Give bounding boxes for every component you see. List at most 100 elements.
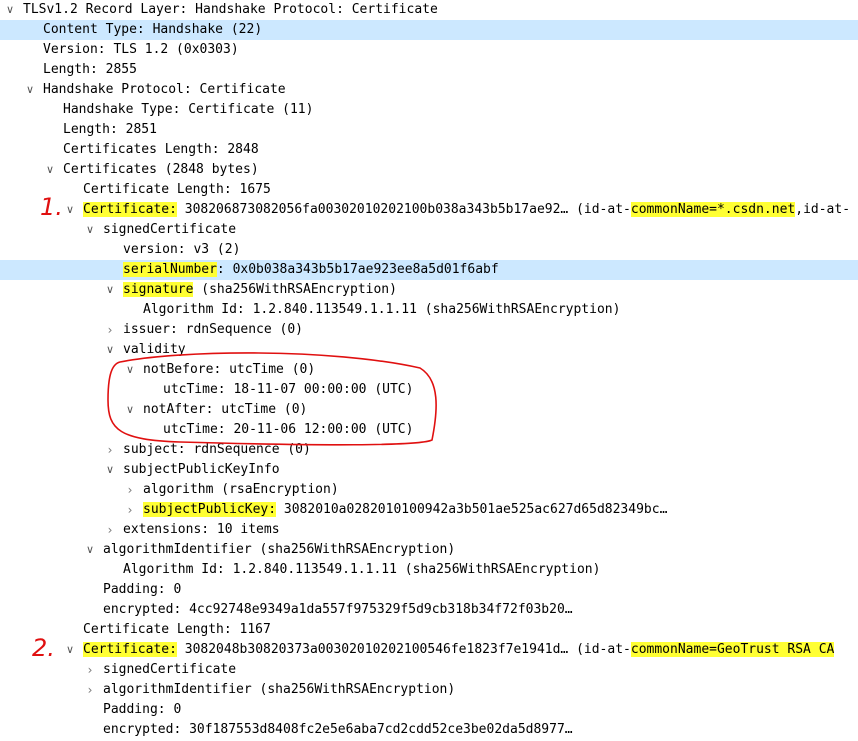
row-label: subjectPublicKeyInfo xyxy=(123,462,280,477)
tree-row-not-before-time[interactable]: utcTime: 18-11-07 00:00:00 (UTC) xyxy=(0,380,858,400)
highlighted-label: subjectPublicKey: xyxy=(143,502,277,517)
tree-row-certificate-2[interactable]: ∨ Certificate: 3082048b30820373a00302010… xyxy=(0,640,858,660)
tree-row-signed-certificate-2[interactable]: › signedCertificate xyxy=(0,660,858,680)
tree-row-certificate-length-2[interactable]: Certificate Length: 1167 xyxy=(0,620,858,640)
highlighted-label: signature xyxy=(123,282,194,297)
row-label: Certificate Length: 1167 xyxy=(83,622,271,637)
chevron-right-icon[interactable]: › xyxy=(124,500,136,520)
tree-row-tls-record[interactable]: ∨ TLSv1.2 Record Layer: Handshake Protoc… xyxy=(0,0,858,20)
tree-row-extensions[interactable]: › extensions: 10 items xyxy=(0,520,858,540)
row-label: algorithmIdentifier (sha256WithRSAEncryp… xyxy=(103,542,456,557)
row-label: Version: TLS 1.2 (0x0303) xyxy=(43,42,239,57)
row-label: Padding: 0 xyxy=(103,582,182,597)
chevron-down-icon[interactable]: ∨ xyxy=(64,200,76,220)
chevron-down-icon[interactable]: ∨ xyxy=(104,340,116,360)
row-label: algorithmIdentifier (sha256WithRSAEncryp… xyxy=(103,682,456,697)
chevron-down-icon[interactable]: ∨ xyxy=(44,160,56,180)
row-label: Length: 2855 xyxy=(43,62,137,77)
tree-row-algorithm-id-2[interactable]: Algorithm Id: 1.2.840.113549.1.1.11 (sha… xyxy=(0,560,858,580)
row-label: encrypted: 4cc92748e9349a1da557f975329f5… xyxy=(103,602,573,617)
row-label: extensions: 10 items xyxy=(123,522,280,537)
row-label: Content Type: Handshake (22) xyxy=(43,22,263,37)
highlighted-common-name: commonName=GeoTrust RSA CA xyxy=(630,642,835,657)
chevron-down-icon[interactable]: ∨ xyxy=(124,400,136,420)
tree-row-subject-public-key-info[interactable]: ∨ subjectPublicKeyInfo xyxy=(0,460,858,480)
tree-row-algorithm-rsa[interactable]: › algorithm (rsaEncryption) xyxy=(0,480,858,500)
tree-row-signed-certificate[interactable]: ∨ signedCertificate xyxy=(0,220,858,240)
tree-row-encrypted[interactable]: encrypted: 4cc92748e9349a1da557f975329f5… xyxy=(0,600,858,620)
tree-row-certificates-length[interactable]: Certificates Length: 2848 xyxy=(0,140,858,160)
row-label: TLSv1.2 Record Layer: Handshake Protocol… xyxy=(23,2,438,17)
row-value: 3082010a0282010100942a3b501ae525ac627d65… xyxy=(276,502,668,517)
tree-row-handshake-type[interactable]: Handshake Type: Certificate (11) xyxy=(0,100,858,120)
row-value-tail: ,id-at- xyxy=(795,202,851,217)
tree-row-subject-public-key[interactable]: › subjectPublicKey: 3082010a028201010094… xyxy=(0,500,858,520)
row-label: Algorithm Id: 1.2.840.113549.1.1.11 (sha… xyxy=(143,302,621,317)
row-label: utcTime: 20-11-06 12:00:00 (UTC) xyxy=(163,422,414,437)
tree-row-signature[interactable]: ∨ signature (sha256WithRSAEncryption) xyxy=(0,280,858,300)
tree-row-not-after[interactable]: ∨ notAfter: utcTime (0) xyxy=(0,400,858,420)
tree-row-content-type[interactable]: Content Type: Handshake (22) xyxy=(0,20,858,40)
row-label: signature (sha256WithRSAEncryption) xyxy=(123,280,397,300)
highlighted-label: Certificate: xyxy=(83,202,177,217)
tree-row-serial-number[interactable]: serialNumber: 0x0b038a343b5b17ae923ee8a5… xyxy=(0,260,858,280)
chevron-right-icon[interactable]: › xyxy=(124,480,136,500)
tree-row-encrypted-2[interactable]: encrypted: 30f187553d8408fc2e5e6aba7cd2c… xyxy=(0,720,858,740)
row-label: utcTime: 18-11-07 00:00:00 (UTC) xyxy=(163,382,414,397)
row-label: Certificate: 3082048b30820373a0030201020… xyxy=(83,640,835,660)
row-label: encrypted: 30f187553d8408fc2e5e6aba7cd2c… xyxy=(103,722,573,737)
annotation-number-two: 2. xyxy=(32,634,55,662)
chevron-down-icon[interactable]: ∨ xyxy=(4,0,16,20)
tree-row-version[interactable]: Version: TLS 1.2 (0x0303) xyxy=(0,40,858,60)
chevron-down-icon[interactable]: ∨ xyxy=(24,80,36,100)
tree-row-validity[interactable]: ∨ validity xyxy=(0,340,858,360)
row-label: Certificates (2848 bytes) xyxy=(63,162,259,177)
chevron-down-icon[interactable]: ∨ xyxy=(104,280,116,300)
packet-details-tree: ∨ TLSv1.2 Record Layer: Handshake Protoc… xyxy=(0,0,858,740)
row-label: signedCertificate xyxy=(103,222,237,237)
row-label: algorithm (rsaEncryption) xyxy=(143,482,339,497)
tree-row-length[interactable]: Length: 2855 xyxy=(0,60,858,80)
row-label: Certificate: 308206873082056fa0030201020… xyxy=(83,200,850,220)
chevron-down-icon[interactable]: ∨ xyxy=(84,220,96,240)
tree-row-padding[interactable]: Padding: 0 xyxy=(0,580,858,600)
row-label: signedCertificate xyxy=(103,662,237,677)
chevron-down-icon[interactable]: ∨ xyxy=(124,360,136,380)
row-label: Certificates Length: 2848 xyxy=(63,142,259,157)
tree-row-algorithm-identifier-2[interactable]: › algorithmIdentifier (sha256WithRSAEncr… xyxy=(0,680,858,700)
chevron-right-icon[interactable]: › xyxy=(104,520,116,540)
tree-row-algorithm-id[interactable]: Algorithm Id: 1.2.840.113549.1.1.11 (sha… xyxy=(0,300,858,320)
tree-row-certificate-length-1[interactable]: Certificate Length: 1675 xyxy=(0,180,858,200)
row-value: 3082048b30820373a00302010202100546fe1823… xyxy=(176,642,631,657)
tree-row-padding-2[interactable]: Padding: 0 xyxy=(0,700,858,720)
highlighted-label: Certificate: xyxy=(83,642,177,657)
chevron-down-icon[interactable]: ∨ xyxy=(104,460,116,480)
row-label: serialNumber: 0x0b038a343b5b17ae923ee8a5… xyxy=(123,260,499,280)
row-label: Length: 2851 xyxy=(63,122,157,137)
chevron-right-icon[interactable]: › xyxy=(84,660,96,680)
row-label: Padding: 0 xyxy=(103,702,182,717)
chevron-down-icon[interactable]: ∨ xyxy=(84,540,96,560)
chevron-right-icon[interactable]: › xyxy=(104,320,116,340)
tree-row-algorithm-identifier[interactable]: ∨ algorithmIdentifier (sha256WithRSAEncr… xyxy=(0,540,858,560)
highlighted-common-name: commonName=*.csdn.net xyxy=(630,202,796,217)
chevron-down-icon[interactable]: ∨ xyxy=(64,640,76,660)
tree-row-issuer[interactable]: › issuer: rdnSequence (0) xyxy=(0,320,858,340)
tree-row-not-before[interactable]: ∨ notBefore: utcTime (0) xyxy=(0,360,858,380)
row-label: validity xyxy=(123,342,186,357)
row-label: Handshake Type: Certificate (11) xyxy=(63,102,314,117)
chevron-right-icon[interactable]: › xyxy=(104,440,116,460)
tree-row-handshake-protocol[interactable]: ∨ Handshake Protocol: Certificate xyxy=(0,80,858,100)
row-label: Certificate Length: 1675 xyxy=(83,182,271,197)
chevron-right-icon[interactable]: › xyxy=(84,680,96,700)
tree-row-hs-length[interactable]: Length: 2851 xyxy=(0,120,858,140)
tree-row-certificates[interactable]: ∨ Certificates (2848 bytes) xyxy=(0,160,858,180)
row-label: subject: rdnSequence (0) xyxy=(123,442,311,457)
tree-row-subject[interactable]: › subject: rdnSequence (0) xyxy=(0,440,858,460)
tree-row-version-v3[interactable]: version: v3 (2) xyxy=(0,240,858,260)
tree-row-not-after-time[interactable]: utcTime: 20-11-06 12:00:00 (UTC) xyxy=(0,420,858,440)
row-value: : 0x0b038a343b5b17ae923ee8a5d01f6abf xyxy=(216,262,499,277)
row-label: subjectPublicKey: 3082010a0282010100942a… xyxy=(143,500,667,520)
row-label: version: v3 (2) xyxy=(123,242,241,257)
tree-row-certificate-1[interactable]: ∨ Certificate: 308206873082056fa00302010… xyxy=(0,200,858,220)
